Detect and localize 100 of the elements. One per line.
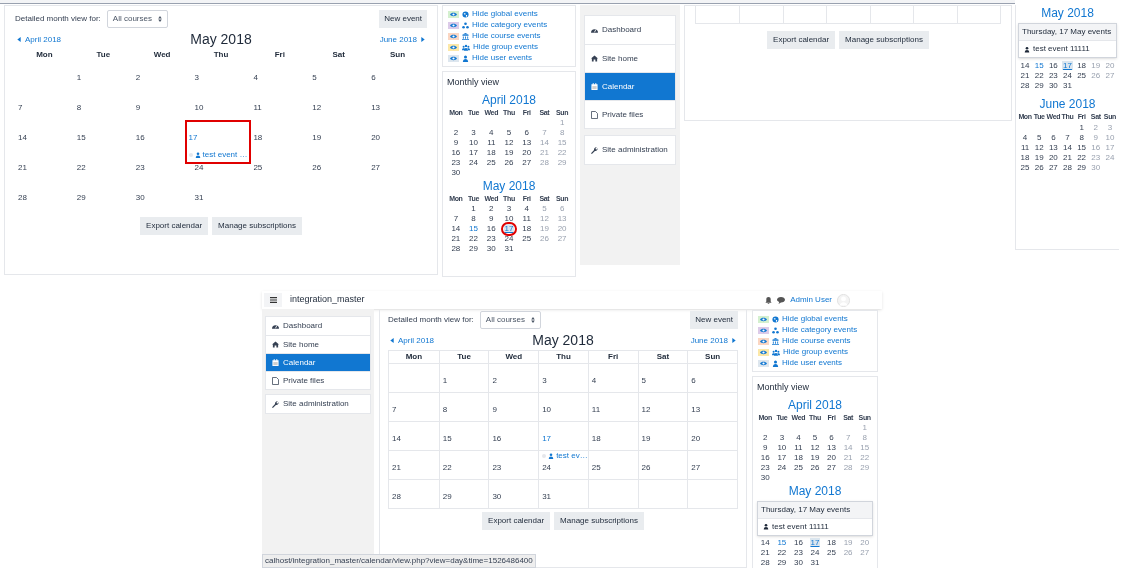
- chat-bubble-icon[interactable]: [777, 296, 786, 304]
- eye-toggle[interactable]: [448, 32, 459, 40]
- day-number[interactable]: 15: [468, 224, 479, 233]
- day-number[interactable]: 23: [759, 463, 771, 472]
- new-event-button[interactable]: New event: [690, 311, 738, 329]
- nav-item[interactable]: Calendar: [266, 353, 370, 371]
- day-number[interactable]: 22: [776, 548, 788, 557]
- day-number[interactable]: 8: [1078, 132, 1085, 142]
- day-number[interactable]: 3: [778, 433, 786, 442]
- day-number[interactable]: 29: [776, 558, 788, 567]
- month-title[interactable]: May 2018: [482, 177, 536, 194]
- day-number[interactable]: 27: [1047, 162, 1059, 172]
- nav-item[interactable]: Dashboard: [266, 317, 370, 335]
- day-number[interactable]: 2: [762, 433, 769, 442]
- export-calendar-button[interactable]: Export calendar: [140, 217, 209, 235]
- day-number[interactable]: 20: [826, 453, 837, 462]
- day-number[interactable]: 28: [1019, 80, 1031, 90]
- day-number[interactable]: 18: [792, 453, 804, 462]
- day-number[interactable]: 2: [488, 204, 495, 213]
- day-number[interactable]: 27: [826, 463, 837, 472]
- day-number[interactable]: 19: [503, 148, 515, 157]
- course-select[interactable]: All courses: [479, 311, 541, 329]
- day-number[interactable]: 19: [809, 453, 821, 462]
- eye-toggle[interactable]: [448, 43, 459, 51]
- day-number[interactable]: 18: [1019, 152, 1031, 162]
- day-number[interactable]: 25: [485, 158, 497, 167]
- filter-link[interactable]: Hide global events: [782, 313, 848, 325]
- day-number[interactable]: 14: [759, 538, 771, 547]
- day-number[interactable]: 17: [503, 224, 515, 233]
- day-number[interactable]: 18: [485, 148, 497, 157]
- day-number[interactable]: 31: [1062, 80, 1073, 90]
- next-month-link[interactable]: June 2018: [690, 334, 736, 347]
- day-number[interactable]: 23: [1047, 70, 1059, 80]
- day-number[interactable]: 9: [488, 214, 495, 223]
- day-number[interactable]: 25: [521, 234, 533, 243]
- day-number[interactable]: 31: [809, 558, 821, 567]
- day-number[interactable]: 5: [811, 433, 819, 442]
- day-number[interactable]: 9: [452, 138, 460, 147]
- filter-link[interactable]: Hide group events: [783, 346, 848, 358]
- day-number[interactable]: 17: [776, 453, 788, 462]
- day-number[interactable]: 10: [776, 443, 788, 452]
- day-number[interactable]: 26: [503, 158, 515, 167]
- day-number[interactable]: 28: [1062, 162, 1073, 172]
- day-number[interactable]: 6: [1050, 132, 1057, 142]
- eye-toggle[interactable]: [448, 54, 459, 62]
- next-month-link[interactable]: June 2018: [379, 33, 425, 46]
- day-number[interactable]: 21: [1062, 152, 1073, 162]
- day-number[interactable]: 17: [809, 538, 821, 547]
- month-title[interactable]: May 2018: [788, 482, 842, 499]
- day-number[interactable]: 15: [1076, 142, 1088, 152]
- day-number[interactable]: 11: [1019, 142, 1031, 152]
- day-number[interactable]: 20: [521, 148, 533, 157]
- day-number[interactable]: 24: [503, 234, 515, 243]
- day-number[interactable]: 25: [826, 548, 837, 557]
- filter-link[interactable]: Hide group events: [473, 41, 538, 53]
- day-number[interactable]: 5: [1036, 132, 1043, 142]
- day-number[interactable]: 14: [1062, 142, 1073, 152]
- day-number[interactable]: 30: [485, 244, 497, 253]
- nav-item[interactable]: Site home: [266, 335, 370, 353]
- day-number[interactable]: 23: [450, 158, 462, 167]
- day-number[interactable]: 17: [1062, 60, 1073, 70]
- day-number[interactable]: 10: [503, 214, 515, 223]
- day-number[interactable]: 22: [468, 234, 479, 243]
- day-number[interactable]: 18: [826, 538, 837, 547]
- day-number[interactable]: 17: [542, 434, 552, 443]
- nav-item[interactable]: Private files: [266, 371, 370, 389]
- day-number[interactable]: 30: [759, 473, 771, 482]
- day-number[interactable]: 9: [762, 443, 769, 452]
- day-number[interactable]: 30: [1047, 80, 1059, 90]
- site-name[interactable]: integration_master: [290, 293, 365, 307]
- course-select[interactable]: All courses: [106, 10, 168, 28]
- day-number[interactable]: 5: [505, 128, 513, 137]
- day-number[interactable]: 16: [792, 538, 804, 547]
- day-number[interactable]: 12: [1033, 142, 1045, 152]
- day-number[interactable]: 1: [1078, 122, 1085, 132]
- day-number[interactable]: 11: [521, 214, 532, 223]
- month-title[interactable]: April 2018: [787, 396, 842, 413]
- day-number[interactable]: 29: [1033, 80, 1045, 90]
- day-number[interactable]: 13: [521, 138, 533, 147]
- day-number[interactable]: 31: [503, 244, 515, 253]
- day-number[interactable]: 23: [792, 548, 804, 557]
- day-number[interactable]: 15: [1033, 60, 1045, 70]
- day-number[interactable]: 19: [1033, 152, 1045, 162]
- eye-toggle[interactable]: [758, 359, 769, 367]
- month-title[interactable]: June 2018: [1039, 96, 1096, 112]
- nav-item[interactable]: Site administration: [266, 395, 370, 413]
- previous-month-link[interactable]: April 2018: [390, 334, 435, 347]
- day-number[interactable]: 26: [809, 463, 821, 472]
- day-number[interactable]: 12: [809, 443, 821, 452]
- day-number[interactable]: 7: [1064, 132, 1071, 142]
- day-number[interactable]: 13: [1047, 142, 1059, 152]
- day-number[interactable]: 21: [759, 548, 771, 557]
- event-link[interactable]: test ev…: [556, 450, 588, 462]
- day-number[interactable]: 29: [1076, 162, 1088, 172]
- new-event-button[interactable]: New event: [379, 10, 427, 28]
- day-number[interactable]: 11: [793, 443, 804, 452]
- day-number[interactable]: 10: [468, 138, 479, 147]
- user-name-link[interactable]: Admin User: [790, 294, 832, 306]
- manage-subscriptions-button[interactable]: Manage subscriptions: [839, 31, 929, 49]
- nav-item[interactable]: Calendar: [585, 72, 675, 100]
